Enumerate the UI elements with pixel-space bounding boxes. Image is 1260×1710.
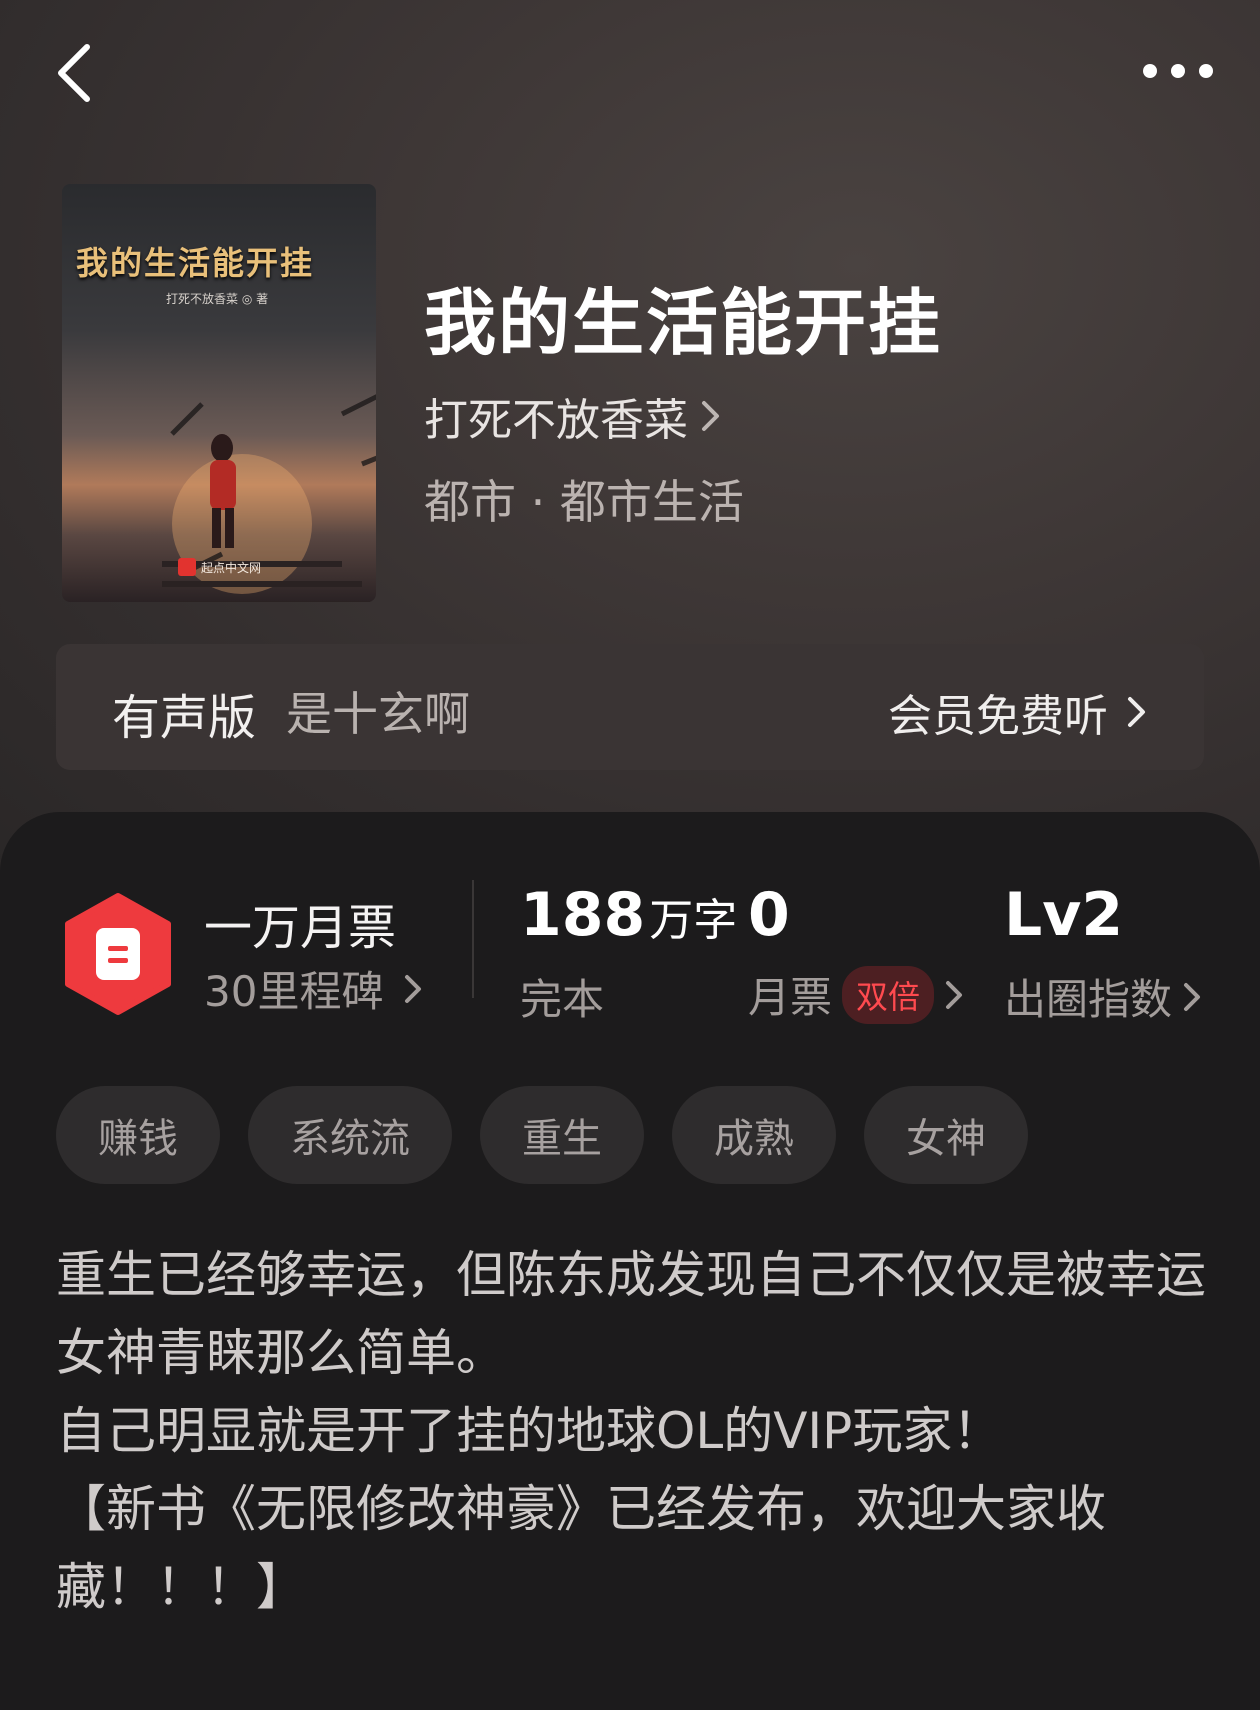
- tag-chip[interactable]: 系统流: [248, 1086, 452, 1184]
- audio-version-bar[interactable]: 有声版 是十玄啊 会员免费听: [56, 644, 1204, 770]
- book-title: 我的生活能开挂: [424, 280, 943, 365]
- book-cover[interactable]: 我的生活能开挂 打死不放香菜 ◎ 著 起点中文网: [62, 184, 376, 602]
- book-synopsis[interactable]: 重生已经够幸运，但陈东成发现自己不仅仅是被幸运女神青睐那么简单。 自己明显就是开…: [56, 1236, 1206, 1626]
- milestone-link[interactable]: 30里程碑: [204, 958, 423, 1019]
- publisher-logo-icon: [178, 558, 196, 576]
- stats-divider: [472, 880, 474, 998]
- more-dot-icon: [1171, 64, 1185, 78]
- monthly-votes-label: 月票: [748, 973, 833, 1022]
- synopsis-paragraph: 重生已经够幸运，但陈东成发现自己不仅仅是被幸运女神青睐那么简单。: [56, 1246, 1206, 1382]
- cover-author: 打死不放香菜 ◎ 著: [166, 292, 269, 306]
- more-dot-icon: [1143, 64, 1157, 78]
- monthly-ticket-icon[interactable]: [62, 892, 174, 1016]
- completion-status: 完本: [520, 975, 605, 1024]
- back-button[interactable]: [30, 30, 116, 116]
- cover-publisher: 起点中文网: [178, 558, 261, 576]
- monthly-votes-link[interactable]: 月票 双倍: [748, 964, 964, 1025]
- chevron-left-icon: [58, 44, 90, 102]
- popularity-index-link[interactable]: 出圈指数: [1004, 966, 1202, 1027]
- tag-chip[interactable]: 重生: [480, 1086, 644, 1184]
- tag-chip[interactable]: 女神: [864, 1086, 1028, 1184]
- milestone-label: 30里程碑: [204, 967, 384, 1016]
- chevron-right-icon: [946, 980, 963, 1009]
- tag-list: 赚钱 系统流 重生 成熟 女神: [56, 1086, 1028, 1184]
- chevron-right-icon: [702, 401, 719, 431]
- chevron-right-icon: [405, 974, 422, 1003]
- synopsis-paragraph: 自己明显就是开了挂的地球OL的VIP玩家！: [56, 1402, 1003, 1460]
- author-name: 打死不放香菜: [424, 395, 688, 446]
- popularity-level: Lv2: [1004, 880, 1124, 950]
- chevron-right-icon: [1128, 697, 1145, 727]
- word-count-number: 188: [520, 880, 646, 950]
- double-badge: 双倍: [842, 965, 935, 1024]
- cover-publisher-label: 起点中文网: [201, 560, 262, 575]
- chevron-right-icon: [1184, 982, 1201, 1011]
- audio-label: 有声版: [112, 690, 257, 746]
- monthly-votes-count: 0: [748, 880, 790, 950]
- book-genre: 都市 · 都市生活: [424, 475, 744, 529]
- author-link[interactable]: 打死不放香菜: [424, 384, 722, 448]
- top-bar: [0, 0, 1260, 140]
- word-count: 188万字: [520, 880, 737, 950]
- audio-listen-action[interactable]: 会员免费听: [888, 680, 1148, 744]
- synopsis-paragraph: 【新书《无限修改神豪》已经发布，欢迎大家收藏！！！】: [56, 1480, 1106, 1616]
- word-count-unit: 万字: [649, 895, 738, 946]
- audio-narrator: 是十玄啊: [286, 687, 470, 741]
- popularity-index-label: 出圈指数: [1004, 975, 1173, 1024]
- tag-chip[interactable]: 成熟: [672, 1086, 836, 1184]
- audio-action-label: 会员免费听: [888, 691, 1108, 742]
- cover-title: 我的生活能开挂: [76, 244, 315, 282]
- more-dot-icon: [1199, 64, 1213, 78]
- monthly-ticket-title: 一万月票: [204, 900, 397, 956]
- more-options-button[interactable]: [1130, 38, 1226, 104]
- tag-chip[interactable]: 赚钱: [56, 1086, 220, 1184]
